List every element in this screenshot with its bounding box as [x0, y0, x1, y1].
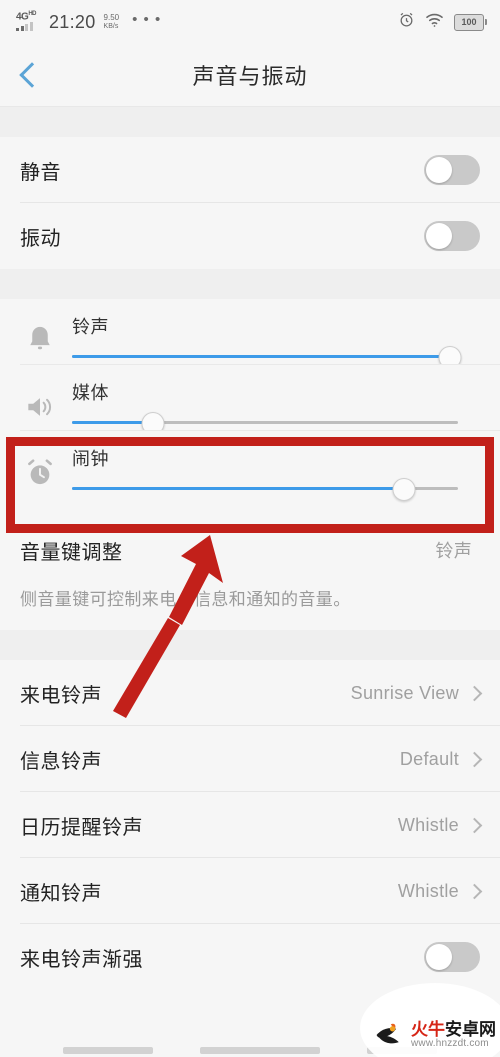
slider-label: 媒体 — [72, 383, 109, 403]
volume-key-description: 侧音量键可控制来电、信息和通知的音量。 — [0, 581, 500, 630]
watermark-name-black: 安卓网 — [445, 1019, 496, 1039]
row-silent-mode[interactable]: 静音 — [0, 137, 500, 203]
wifi-icon — [425, 12, 444, 33]
chevron-right-icon — [466, 883, 483, 899]
silent-mode-toggle[interactable] — [424, 155, 480, 185]
back-button[interactable] — [0, 46, 58, 104]
row-calendar-ringtone[interactable]: 日历提醒铃声 Whistle — [0, 792, 500, 858]
escalating-ringtone-toggle[interactable] — [424, 942, 480, 972]
section-gap — [0, 269, 500, 299]
row-label: 信息铃声 — [20, 750, 102, 773]
status-overflow-icon: • • • — [132, 11, 162, 28]
nav-bar-segment[interactable] — [63, 1046, 154, 1054]
alarm-clock-icon — [16, 449, 64, 497]
alarm-volume-slider[interactable] — [72, 477, 458, 501]
row-vibrate-mode[interactable]: 振动 — [0, 203, 500, 269]
row-volume-key-adjust[interactable]: 音量键调整 铃声 — [0, 519, 500, 581]
ringtone-group: 来电铃声 Sunrise View 信息铃声 Default 日历提醒铃声 Wh… — [0, 660, 500, 990]
row-label: 日历提醒铃声 — [20, 816, 143, 839]
network-speed: 9.50 KB/s — [103, 13, 120, 31]
bell-icon — [16, 317, 64, 365]
cellular-signal-icon: 4GHD — [16, 11, 42, 32]
slider-row-ringtone[interactable]: 铃声 — [0, 299, 500, 369]
vibrate-mode-toggle[interactable] — [424, 221, 480, 251]
slider-body: 铃声 — [64, 311, 480, 369]
slider-thumb[interactable] — [392, 478, 416, 501]
watermark-name-red: 火牛 — [411, 1019, 445, 1039]
mode-toggle-group: 静音 振动 — [0, 137, 500, 269]
phone-screen: 4GHD 21:20 9.50 KB/s • • • 100 声音与振动 静音 … — [0, 0, 500, 1057]
speaker-icon — [16, 383, 64, 431]
app-header: 声音与振动 — [0, 44, 500, 107]
slider-track-fill — [72, 355, 451, 358]
row-value: 铃声 — [435, 541, 472, 561]
battery-icon: 100 — [454, 13, 487, 31]
row-value: Whistle — [397, 814, 459, 835]
row-label: 振动 — [20, 227, 61, 250]
row-call-ringtone[interactable]: 来电铃声 Sunrise View — [0, 660, 500, 726]
slider-body: 媒体 — [64, 377, 480, 435]
slider-label: 闹钟 — [72, 449, 109, 469]
status-bar-left: 4GHD 21:20 9.50 KB/s • • • — [16, 11, 398, 33]
chevron-right-icon — [466, 751, 483, 767]
row-value: Default — [399, 748, 459, 769]
row-notification-ringtone[interactable]: 通知铃声 Whistle — [0, 858, 500, 924]
toggle-knob — [426, 944, 452, 970]
row-label: 静音 — [20, 161, 61, 184]
page-title: 声音与振动 — [192, 64, 308, 89]
slider-track-fill — [72, 487, 404, 490]
slider-body: 闹钟 — [64, 443, 480, 501]
slider-row-alarm[interactable]: 闹钟 — [0, 431, 500, 501]
row-message-ringtone[interactable]: 信息铃声 Default — [0, 726, 500, 792]
status-bar: 4GHD 21:20 9.50 KB/s • • • 100 — [0, 0, 500, 44]
status-bar-right: 100 — [398, 11, 487, 33]
alarm-clock-icon — [398, 11, 415, 33]
slider-row-media[interactable]: 媒体 — [0, 365, 500, 435]
system-nav-hint — [0, 1043, 500, 1057]
row-label: 通知铃声 — [20, 882, 102, 905]
section-gap — [0, 107, 500, 137]
toggle-knob — [426, 157, 452, 183]
volume-slider-group: 铃声 媒体 闹钟 — [0, 299, 500, 519]
slider-label: 铃声 — [72, 317, 109, 337]
chevron-right-icon — [466, 817, 483, 833]
back-chevron-icon — [18, 62, 45, 88]
volume-key-group: 音量键调整 铃声 侧音量键可控制来电、信息和通知的音量。 — [0, 519, 500, 630]
chevron-right-icon — [466, 685, 483, 701]
nav-bar-segment[interactable] — [366, 1046, 437, 1054]
section-gap — [0, 630, 500, 660]
toggle-knob — [426, 223, 452, 249]
nav-bar-segment[interactable] — [199, 1046, 320, 1054]
row-value: Whistle — [397, 880, 459, 901]
row-escalating-ringtone[interactable]: 来电铃声渐强 — [0, 924, 500, 990]
group-bottom-pad — [0, 497, 500, 519]
status-clock: 21:20 — [49, 11, 96, 32]
row-label: 音量键调整 — [20, 541, 123, 564]
row-label: 来电铃声 — [20, 684, 102, 707]
row-value: Sunrise View — [350, 682, 459, 703]
row-label: 来电铃声渐强 — [20, 948, 143, 971]
